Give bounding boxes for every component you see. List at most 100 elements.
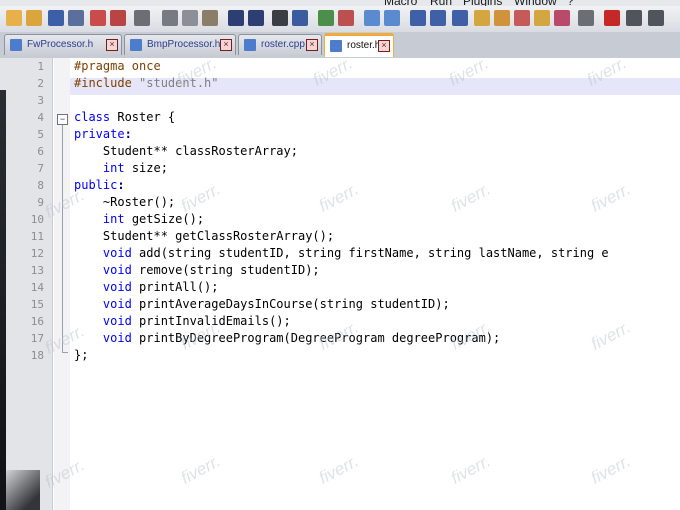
close-icon[interactable]: × <box>220 39 232 51</box>
toolbar <box>0 6 680 33</box>
find-icon[interactable] <box>272 10 288 26</box>
tab-bmpprocessor-h[interactable]: BmpProcessor.h × <box>124 34 236 55</box>
line-number: 14 <box>30 281 44 294</box>
code-line: int getSize(); <box>74 212 204 226</box>
operator-token: : <box>117 178 125 192</box>
keyword-token: int <box>102 161 125 175</box>
code-text: ~Roster(); <box>102 195 176 209</box>
folder-workspace-icon[interactable] <box>534 10 550 26</box>
save-icon[interactable] <box>48 10 64 26</box>
code-text: }; <box>74 348 89 362</box>
code-line: void printInvalidEmails(); <box>74 314 291 328</box>
keyword-token: void <box>102 331 132 345</box>
close-all-icon[interactable] <box>110 10 126 26</box>
close-icon[interactable]: × <box>378 40 390 52</box>
close-file-icon[interactable] <box>90 10 106 26</box>
close-icon[interactable]: × <box>306 39 318 51</box>
show-all-chars-icon[interactable] <box>430 10 446 26</box>
code-text: add(string studentID, string firstName, … <box>131 246 609 260</box>
code-text: remove(string studentID); <box>131 263 320 277</box>
line-number: 5 <box>37 128 44 141</box>
watermark: fiverr. <box>315 451 362 488</box>
code-line: }; <box>74 348 88 362</box>
file-icon <box>130 39 142 51</box>
indent-guide-icon[interactable] <box>452 10 468 26</box>
line-number: 3 <box>37 94 44 107</box>
zoom-in-icon[interactable] <box>318 10 334 26</box>
line-number: 12 <box>30 247 44 260</box>
sync-vertical-icon[interactable] <box>364 10 380 26</box>
file-icon <box>10 39 22 51</box>
code-line: class Roster { <box>74 110 175 124</box>
code-text: printAverageDaysInCourse(string studentI… <box>131 297 450 311</box>
tab-label: roster.h <box>347 40 381 51</box>
function-list-icon[interactable] <box>514 10 530 26</box>
zoom-out-icon[interactable] <box>338 10 354 26</box>
line-number: 7 <box>37 162 44 175</box>
line-number-gutter: 1 2 3 4 5 6 7 8 9 10 11 12 13 14 15 16 1… <box>0 58 53 510</box>
print-icon[interactable] <box>134 10 150 26</box>
record-macro-icon[interactable] <box>604 10 620 26</box>
doc-map-icon[interactable] <box>494 10 510 26</box>
watermark: fiverr. <box>587 317 634 354</box>
code-editor[interactable]: 1 2 3 4 5 6 7 8 9 10 11 12 13 14 15 16 1… <box>0 53 680 510</box>
eye-icon[interactable] <box>578 10 594 26</box>
code-line: ~Roster(); <box>74 195 175 209</box>
code-line: private: <box>74 127 132 141</box>
code-text: printAll(); <box>131 280 219 294</box>
tab-fwprocessor-h[interactable]: FwProcessor.h × <box>4 34 122 55</box>
tab-roster-cpp[interactable]: roster.cpp × <box>238 34 322 55</box>
line-number: 16 <box>30 315 44 328</box>
code-line: void printAverageDaysInCourse(string stu… <box>74 297 450 311</box>
preprocessor-token: #include <box>74 76 140 90</box>
open-folder-icon[interactable] <box>26 10 42 26</box>
new-file-icon[interactable] <box>6 10 22 26</box>
tab-roster-h[interactable]: roster.h × <box>324 33 394 57</box>
play-macro-icon[interactable] <box>648 10 664 26</box>
code-line: Student** classRosterArray; <box>74 144 298 158</box>
close-icon[interactable]: × <box>106 39 118 51</box>
stop-macro-icon[interactable] <box>626 10 642 26</box>
keyword-token: void <box>102 246 132 260</box>
line-number: 11 <box>30 230 44 243</box>
fold-guide-line <box>62 125 63 353</box>
code-text: Roster { <box>110 110 176 124</box>
code-line: int size; <box>74 161 168 175</box>
code-text: size; <box>124 161 168 175</box>
line-number: 18 <box>30 349 44 362</box>
document-tab-bar: FwProcessor.h × BmpProcessor.h × roster.… <box>0 32 680 59</box>
save-all-icon[interactable] <box>68 10 84 26</box>
watermark: fiverr. <box>447 179 494 216</box>
line-number: 1 <box>37 60 44 73</box>
user-language-icon[interactable] <box>474 10 490 26</box>
paste-icon[interactable] <box>202 10 218 26</box>
monitoring-icon[interactable] <box>554 10 570 26</box>
line-number: 15 <box>30 298 44 311</box>
fold-collapse-icon[interactable]: − <box>57 114 68 125</box>
replace-icon[interactable] <box>292 10 308 26</box>
watermark: fiverr. <box>447 451 494 488</box>
line-number: 6 <box>37 145 44 158</box>
line-number: 13 <box>30 264 44 277</box>
line-number: 10 <box>30 213 44 226</box>
copy-icon[interactable] <box>182 10 198 26</box>
code-text: Student** getClassRosterArray(); <box>102 229 335 243</box>
keyword-token: void <box>102 297 132 311</box>
notepad-plus-plus-window: Macro Run Plugins Window ? FwProcessor.h… <box>0 0 680 510</box>
tab-label: roster.cpp <box>261 39 305 50</box>
sync-horizontal-icon[interactable] <box>384 10 400 26</box>
undo-icon[interactable] <box>228 10 244 26</box>
redo-icon[interactable] <box>248 10 264 26</box>
cut-icon[interactable] <box>162 10 178 26</box>
word-wrap-icon[interactable] <box>410 10 426 26</box>
code-line: void printAll(); <box>74 280 219 294</box>
line-number: 2 <box>37 77 44 90</box>
